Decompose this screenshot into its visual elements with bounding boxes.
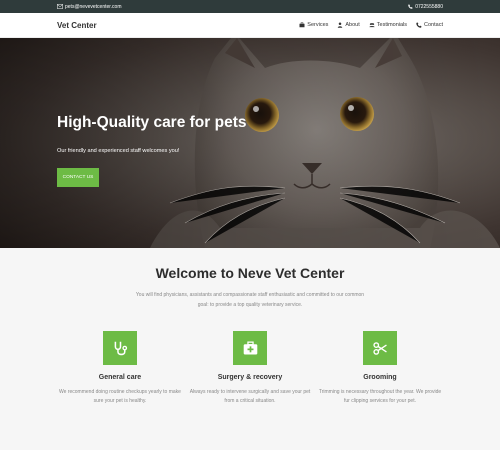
email-text: pets@nevevetcenter.com xyxy=(65,3,122,10)
nav-item-about[interactable]: About xyxy=(337,22,360,28)
nav-label-contact: Contact xyxy=(424,22,443,28)
person-icon xyxy=(338,22,343,28)
services-row: General care We recommend doing routine … xyxy=(55,331,445,406)
service-title: Surgery & recovery xyxy=(217,374,283,381)
nav-label-about: About xyxy=(345,22,360,28)
phone-icon xyxy=(408,4,413,9)
service-general-care: General care We recommend doing routine … xyxy=(55,331,185,406)
briefcase-icon xyxy=(299,22,305,28)
users-icon xyxy=(369,22,375,28)
stethoscope-icon xyxy=(114,341,127,355)
service-surgery: Surgery & recovery Always ready to inter… xyxy=(185,331,315,406)
service-title: General care xyxy=(98,374,142,381)
service-grooming: Grooming Trimming is necessary throughou… xyxy=(315,331,445,406)
welcome-title: Welcome to Neve Vet Center xyxy=(155,265,345,281)
site-brand[interactable]: Vet Center xyxy=(57,21,97,30)
phone-contact[interactable]: 0722555880 xyxy=(408,4,443,10)
hero-section: High-Quality care for pets Our friendly … xyxy=(0,38,500,248)
nav-label-testimonials: Testimonials xyxy=(376,22,408,28)
service-description: Trimming is necessary throughout the yea… xyxy=(318,389,442,404)
service-title: Grooming xyxy=(363,374,397,381)
nav-item-testimonials[interactable]: Testimonials xyxy=(369,22,407,28)
service-icon-box xyxy=(103,331,137,365)
phone-text: 0722555880 xyxy=(415,3,443,10)
service-description: Always ready to intervene surgically and… xyxy=(189,389,311,404)
top-bar: pets@nevevetcenter.com 0722555880 xyxy=(0,0,500,13)
nav-item-contact[interactable]: Contact xyxy=(416,22,443,28)
phone-icon xyxy=(416,22,422,28)
envelope-icon xyxy=(57,4,63,9)
service-icon-box xyxy=(363,331,397,365)
welcome-section: Welcome to Neve Vet Center You will find… xyxy=(0,248,500,450)
welcome-description: You will find physicians, assistants and… xyxy=(135,292,365,308)
main-navbar: Vet Center Services About Testimonials C… xyxy=(0,13,500,38)
scissors-icon xyxy=(372,341,387,355)
nav-item-services[interactable]: Services xyxy=(299,22,328,28)
nav-menu: Services About Testimonials Contact xyxy=(299,22,443,28)
medkit-icon xyxy=(243,340,257,354)
hero-subtitle: Our friendly and experienced staff welco… xyxy=(57,148,180,154)
hero-content: High-Quality care for pets Our friendly … xyxy=(57,114,246,187)
contact-us-button[interactable]: CONTACT US xyxy=(57,168,99,187)
hero-title: High-Quality care for pets xyxy=(57,114,247,131)
nav-label-services: Services xyxy=(307,22,329,28)
email-contact[interactable]: pets@nevevetcenter.com xyxy=(57,4,122,10)
service-icon-box xyxy=(233,331,267,365)
service-description: We recommend doing routine checkups year… xyxy=(59,389,181,404)
